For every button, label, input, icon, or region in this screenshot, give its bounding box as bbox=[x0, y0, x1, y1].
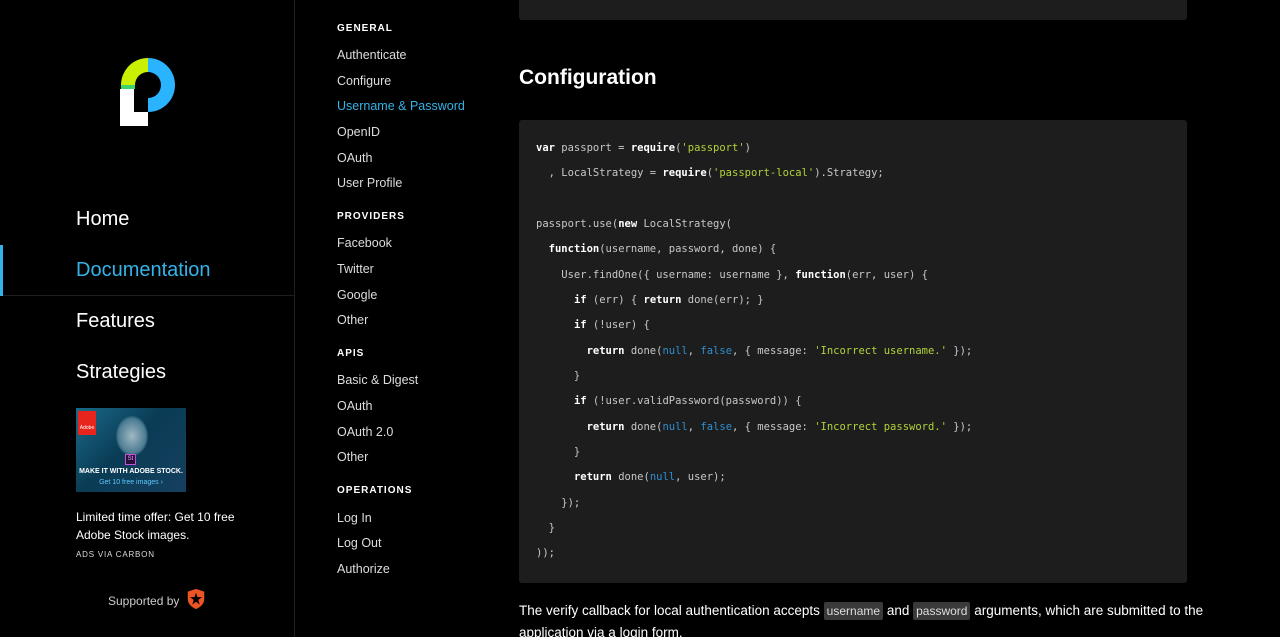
auth0-icon[interactable] bbox=[185, 588, 207, 613]
main-content: Configuration var passport = require('pa… bbox=[500, 0, 1280, 637]
link-apis-oauth[interactable]: OAuth bbox=[337, 399, 372, 413]
inline-code-username: username bbox=[823, 602, 884, 620]
link-log-out[interactable]: Log Out bbox=[337, 536, 381, 550]
nav-home[interactable]: Home bbox=[0, 194, 295, 245]
link-apis-other[interactable]: Other bbox=[337, 450, 368, 464]
link-google[interactable]: Google bbox=[337, 288, 377, 302]
link-facebook[interactable]: Facebook bbox=[337, 236, 392, 250]
code-line: if (!user.validPassword(password)) { bbox=[573, 395, 802, 408]
ad-image-sub: Get 10 free images › bbox=[99, 479, 163, 486]
link-log-in[interactable]: Log In bbox=[337, 511, 372, 525]
code-line: if (!user) { bbox=[573, 319, 650, 332]
section-general: GENERAL bbox=[337, 23, 393, 34]
section-heading: Configuration bbox=[519, 66, 657, 89]
code-block: var passport = require('passport') , Loc… bbox=[519, 120, 1187, 583]
code-line: return done(null, user); bbox=[573, 471, 726, 484]
section-apis: APIS bbox=[337, 348, 365, 359]
code-line: if (err) { return done(err); } bbox=[573, 293, 764, 306]
link-authenticate[interactable]: Authenticate bbox=[337, 48, 407, 62]
code-line: passport.use(new LocalStrategy( bbox=[536, 217, 732, 230]
link-username-password[interactable]: Username & Password bbox=[337, 99, 465, 113]
supported-by-label: Supported by bbox=[108, 593, 180, 608]
code-line: )); bbox=[536, 547, 555, 560]
code-line: } bbox=[536, 521, 555, 534]
ads-via-carbon[interactable]: ADS VIA CARBON bbox=[76, 550, 155, 559]
code-line: , LocalStrategy = require('passport-loca… bbox=[536, 167, 884, 180]
code-line: function(username, password, done) { bbox=[548, 243, 777, 256]
code-line: User.findOne({ username: username }, fun… bbox=[536, 268, 928, 281]
nav-strategies[interactable]: Strategies bbox=[0, 347, 295, 398]
link-configure[interactable]: Configure bbox=[337, 74, 391, 88]
ad-image-tagline: MAKE IT WITH ADOBE STOCK. bbox=[79, 468, 183, 475]
ad-text[interactable]: Limited time offer: Get 10 free Adobe St… bbox=[76, 508, 256, 544]
supported-by: Supported by bbox=[108, 588, 207, 613]
link-providers-other[interactable]: Other bbox=[337, 313, 368, 327]
link-user-profile[interactable]: User Profile bbox=[337, 176, 402, 190]
left-sidebar: Home Documentation Features Strategies A… bbox=[0, 0, 295, 637]
paragraph-text-1: The verify callback for local authentica… bbox=[519, 603, 820, 618]
passport-logo[interactable] bbox=[120, 58, 176, 126]
code-line: return done(null, false, { message: 'Inc… bbox=[586, 344, 973, 357]
link-basic-digest[interactable]: Basic & Digest bbox=[337, 373, 418, 387]
link-oauth[interactable]: OAuth bbox=[337, 151, 372, 165]
code-line: var passport = require('passport') bbox=[536, 142, 751, 154]
code-line: } bbox=[536, 369, 581, 382]
inline-code-password: password bbox=[913, 602, 971, 620]
link-openid[interactable]: OpenID bbox=[337, 125, 380, 139]
link-oauth2[interactable]: OAuth 2.0 bbox=[337, 425, 393, 439]
code-line: }); bbox=[536, 496, 581, 509]
ad-image[interactable]: Adobe St MAKE IT WITH ADOBE STOCK. Get 1… bbox=[76, 408, 186, 492]
code-line: } bbox=[536, 445, 581, 458]
main-nav: Home Documentation Features Strategies bbox=[0, 194, 295, 398]
paragraph-text-2: and bbox=[886, 603, 910, 618]
content-paragraph: The verify callback for local authentica… bbox=[519, 600, 1209, 637]
link-authorize[interactable]: Authorize bbox=[337, 562, 390, 576]
docs-subnav: GENERAL Authenticate Configure Username … bbox=[296, 0, 500, 637]
adobe-logo: Adobe bbox=[78, 411, 96, 435]
adobe-stock-icon: St bbox=[125, 454, 136, 465]
nav-documentation[interactable]: Documentation bbox=[0, 245, 295, 296]
nav-features[interactable]: Features bbox=[0, 296, 295, 347]
ad-photo bbox=[116, 416, 148, 456]
section-providers: PROVIDERS bbox=[337, 211, 405, 222]
previous-code-block bbox=[519, 0, 1187, 20]
link-twitter[interactable]: Twitter bbox=[337, 262, 374, 276]
section-operations: OPERATIONS bbox=[337, 485, 413, 496]
code-line: return done(null, false, { message: 'Inc… bbox=[586, 420, 973, 433]
